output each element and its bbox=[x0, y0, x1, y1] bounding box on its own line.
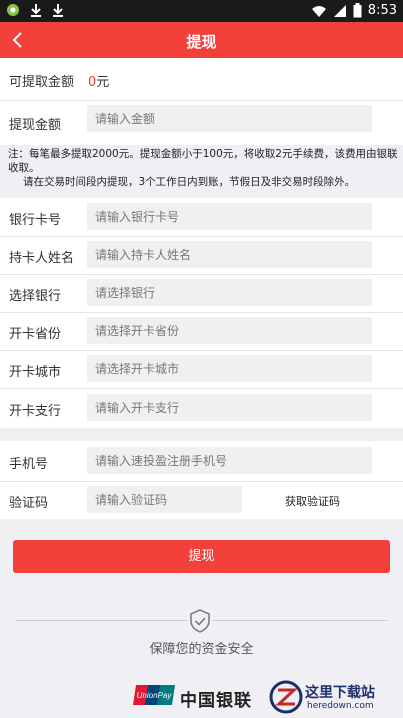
battery-icon bbox=[353, 3, 362, 18]
city-select[interactable] bbox=[87, 355, 372, 382]
card-number-row: 银行卡号 bbox=[0, 198, 403, 237]
code-label: 验证码 bbox=[9, 496, 49, 511]
card-number-input[interactable] bbox=[87, 203, 372, 230]
withdraw-notice: 注：每笔最多提取2000元。提现金额小于100元，将收取2元手续费，该费用由银联… bbox=[8, 147, 398, 189]
svg-text:UnionPay: UnionPay bbox=[137, 691, 173, 700]
withdraw-amount-label: 提现金额 bbox=[9, 118, 62, 133]
holder-name-label: 持卡人姓名 bbox=[9, 251, 75, 266]
available-amount-label: 可提取金额 bbox=[9, 75, 75, 90]
unionpay-logo-icon: UnionPay bbox=[133, 685, 175, 705]
card-number-label: 银行卡号 bbox=[9, 213, 62, 228]
city-select-label: 开卡城市 bbox=[9, 365, 62, 380]
status-bar: 8:53 bbox=[0, 0, 403, 22]
available-amount-unit: 元 bbox=[96, 75, 110, 90]
withdraw-amount-input[interactable] bbox=[87, 105, 372, 132]
notice-line-2: 请在交易时间段内提现，3个工作日内到账，节假日及非交易时段除外。 bbox=[23, 176, 356, 188]
app-notification-icon bbox=[7, 4, 19, 16]
branch-input[interactable] bbox=[87, 394, 372, 421]
watermark-title: 这里下载站 bbox=[305, 685, 375, 701]
amount-panel: 可提取金额 0元 提现金额 bbox=[0, 58, 403, 145]
app-header: 提现 bbox=[0, 22, 403, 58]
unionpay-name: 中国银联 bbox=[180, 691, 252, 711]
signal-icon bbox=[333, 4, 346, 17]
code-input[interactable] bbox=[87, 486, 242, 513]
bank-select-label: 选择银行 bbox=[9, 289, 62, 304]
bank-select-row: 选择银行 bbox=[0, 274, 403, 313]
page-title: 提现 bbox=[186, 33, 217, 51]
download-icon bbox=[31, 4, 41, 17]
clock-time: 8:53 bbox=[367, 3, 397, 18]
withdraw-amount-row: 提现金额 bbox=[0, 100, 403, 145]
notice-line-1: 注：每笔最多提取2000元。提现金额小于100元，将收取2元手续费，该费用由银联… bbox=[8, 148, 398, 174]
phone-row: 手机号 bbox=[0, 441, 403, 482]
province-select[interactable] bbox=[87, 317, 372, 344]
city-select-row: 开卡城市 bbox=[0, 350, 403, 389]
watermark-url: heredown.com bbox=[307, 701, 374, 711]
branch-label: 开卡支行 bbox=[9, 404, 62, 419]
province-select-label: 开卡省份 bbox=[9, 327, 62, 342]
phone-label: 手机号 bbox=[9, 457, 49, 472]
bank-select[interactable] bbox=[87, 279, 372, 306]
wifi-icon bbox=[311, 5, 326, 17]
code-row: 验证码 获取验证码 bbox=[0, 481, 403, 519]
province-select-row: 开卡省份 bbox=[0, 312, 403, 351]
verification-panel: 手机号 验证码 获取验证码 bbox=[0, 441, 403, 519]
shield-check-icon bbox=[187, 608, 213, 634]
holder-name-row: 持卡人姓名 bbox=[0, 236, 403, 275]
security-text: 保障您的资金安全 bbox=[149, 642, 254, 657]
holder-name-input[interactable] bbox=[87, 241, 372, 268]
branch-row: 开卡支行 bbox=[0, 388, 403, 428]
download-icon bbox=[53, 4, 63, 17]
available-amount-value: 0元 bbox=[88, 71, 109, 90]
available-amount-row: 可提取金额 0元 bbox=[0, 58, 403, 101]
watermark-logo-icon bbox=[269, 680, 303, 714]
withdraw-button[interactable]: 提现 bbox=[13, 540, 390, 573]
bank-card-panel: 银行卡号 持卡人姓名 选择银行 开卡省份 开卡城市 开卡支行 bbox=[0, 198, 403, 428]
get-code-button[interactable]: 获取验证码 bbox=[285, 493, 340, 509]
site-watermark: 这里下载站 heredown.com bbox=[269, 680, 399, 716]
phone-input[interactable] bbox=[87, 447, 372, 474]
